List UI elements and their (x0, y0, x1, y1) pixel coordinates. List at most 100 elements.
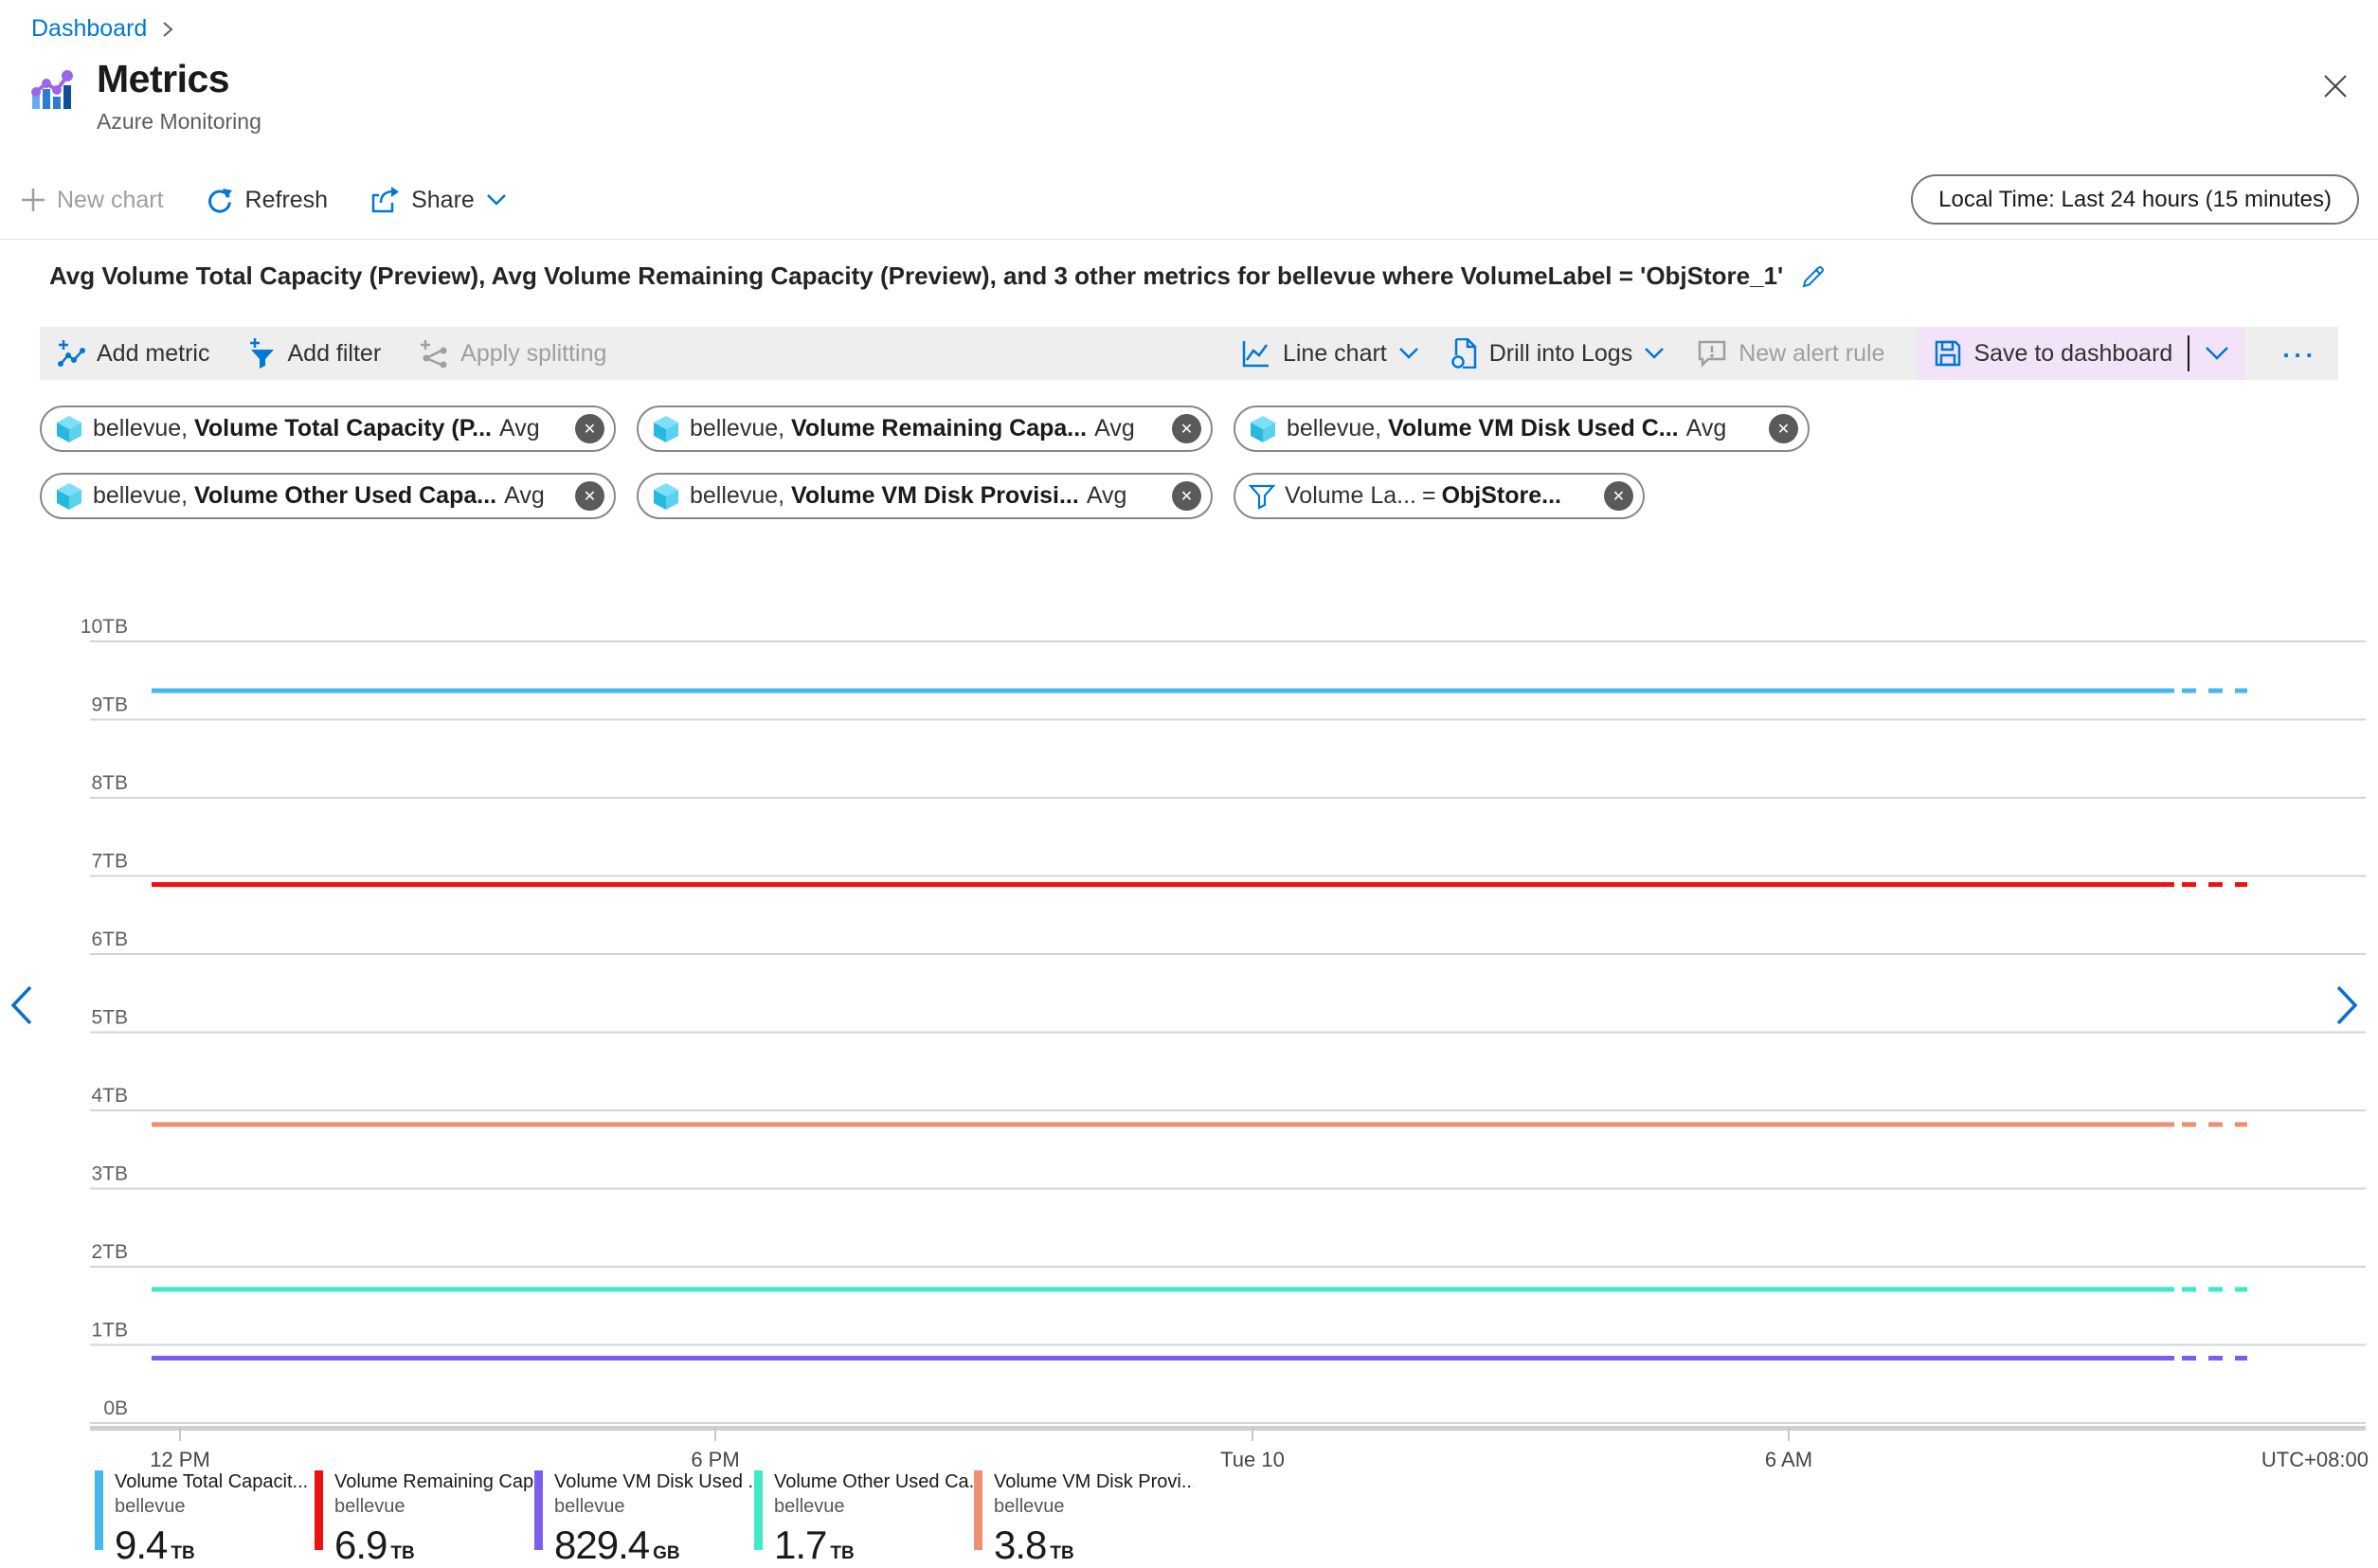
line-chart-button[interactable]: Line chart (1241, 339, 1419, 368)
legend-item[interactable]: Volume Other Used Ca... bellevue 1.7 TB (754, 1470, 974, 1568)
remove-metric-button[interactable]: ✕ (1769, 414, 1798, 443)
refresh-button[interactable]: Refresh (206, 186, 328, 214)
x-axis-label: 12 PM (150, 1448, 210, 1471)
legend-color-bar (974, 1470, 982, 1550)
share-button[interactable]: Share (369, 186, 507, 214)
legend-resource-name: bellevue (334, 1496, 405, 1517)
y-axis-label: 6TB (91, 928, 128, 950)
y-axis-label: 4TB (91, 1085, 128, 1107)
x-axis-line (90, 1426, 2366, 1431)
y-axis-label: 3TB (91, 1163, 128, 1185)
legend-item[interactable]: Volume Remaining Cap... bellevue 6.9 TB (315, 1470, 534, 1568)
legend-metric-name: Volume VM Disk Used ... (554, 1471, 754, 1492)
legend-unit: TB (830, 1543, 855, 1563)
cube-icon (654, 415, 678, 442)
y-axis-label: 0B (103, 1397, 128, 1419)
command-bar: New chart Refresh Share (21, 175, 507, 225)
breadcrumb-link-dashboard[interactable]: Dashboard (31, 15, 147, 43)
header-divider (0, 239, 2378, 240)
new-alert-rule-icon (1698, 340, 1726, 368)
apply-splitting-icon (421, 340, 447, 368)
chart-prev-button[interactable] (6, 983, 38, 1027)
legend-value: 3.8 (994, 1523, 1047, 1567)
close-icon (2324, 75, 2347, 98)
chart-legend: Volume Total Capacit... bellevue 9.4 TB V… (95, 1470, 1194, 1568)
funnel-icon (1249, 484, 1275, 510)
remove-filter-button[interactable]: ✕ (1604, 481, 1633, 511)
filter-pill[interactable]: Volume La... = ObjStore... ✕ (1234, 473, 1645, 519)
metrics-toolbar: Add metric Add filter Apply splitting Li… (40, 327, 2338, 380)
new-chart-button[interactable]: New chart (21, 187, 164, 214)
legend-metric-name: Volume VM Disk Provi... (994, 1471, 1194, 1492)
cube-icon (57, 415, 81, 442)
metrics-line-chart[interactable]: 0B 1TB 2TB 3TB 4TB 5TB 6TB 7TB 8TB 9TB 10TB 12 PM 6 … (0, 597, 2378, 1483)
legend-color-bar (534, 1470, 543, 1550)
breadcrumb: Dashboard (31, 15, 175, 43)
metric-pill[interactable]: bellevue, Volume VM Disk Used C... Avg ✕ (1234, 406, 1810, 452)
legend-item[interactable]: Volume VM Disk Provi... bellevue 3.8 TB (974, 1470, 1194, 1568)
save-icon (1936, 340, 1961, 367)
legend-resource-name: bellevue (115, 1496, 186, 1517)
legend-metric-name: Volume Total Capacit... (115, 1471, 309, 1492)
chart-next-button[interactable] (2331, 983, 2363, 1027)
metric-pill[interactable]: bellevue, Volume Other Used Capa... Avg ✕ (40, 473, 616, 519)
plus-icon (22, 189, 45, 211)
metric-pill[interactable]: bellevue, Volume VM Disk Provisi... Avg ✕ (637, 473, 1213, 519)
edit-pencil-icon (1802, 265, 1825, 287)
legend-resource-name: bellevue (774, 1496, 845, 1517)
legend-unit: TB (1050, 1543, 1074, 1563)
save-to-dashboard-menu-button[interactable] (2205, 345, 2229, 362)
share-icon (371, 187, 400, 213)
remove-metric-button[interactable]: ✕ (1172, 481, 1201, 511)
timezone-label: UTC+08:00 (2261, 1448, 2369, 1471)
save-to-dashboard-button[interactable]: Save to dashboard (1934, 339, 2172, 368)
cube-icon (1251, 415, 1275, 442)
legend-color-bar (754, 1470, 763, 1550)
remove-metric-button[interactable]: ✕ (575, 414, 604, 443)
add-metric-button[interactable]: Add metric (57, 339, 209, 368)
edit-chart-title-button[interactable] (1800, 263, 1827, 290)
apply-splitting-button[interactable]: Apply splitting (419, 339, 606, 368)
line-chart-icon (1242, 341, 1269, 368)
legend-resource-name: bellevue (554, 1496, 625, 1517)
remove-metric-button[interactable]: ✕ (1172, 414, 1201, 443)
chevron-down-icon (1398, 348, 1418, 359)
refresh-icon (207, 189, 232, 213)
time-range-button[interactable]: Local Time: Last 24 hours (15 minutes) (1911, 174, 2359, 225)
legend-value: 9.4 (115, 1523, 168, 1567)
metric-pill[interactable]: bellevue, Volume Total Capacity (P... Avg… (40, 406, 616, 452)
add-metric-icon (58, 340, 85, 367)
add-filter-button[interactable]: Add filter (247, 338, 381, 369)
legend-unit: TB (390, 1543, 415, 1563)
drill-into-logs-icon (1451, 338, 1476, 369)
x-axis-label: 6 AM (1765, 1448, 1812, 1471)
legend-value: 1.7 (774, 1523, 827, 1567)
pill-area: bellevue, Volume Total Capacity (P... Avg… (40, 406, 1810, 519)
legend-unit: TB (171, 1543, 195, 1563)
metric-pill[interactable]: bellevue, Volume Remaining Capa... Avg ✕ (637, 406, 1213, 452)
legend-color-bar (315, 1470, 323, 1550)
page-title: Metrics (97, 57, 230, 100)
new-alert-rule-button[interactable]: New alert rule (1697, 339, 1884, 368)
x-axis-label: 6 PM (691, 1448, 739, 1471)
legend-item[interactable]: Volume VM Disk Used ... bellevue 829.4 GB (534, 1470, 754, 1568)
remove-metric-button[interactable]: ✕ (575, 481, 604, 511)
y-axis-label: 5TB (91, 1007, 128, 1029)
chevron-right-icon (2336, 985, 2358, 1025)
x-axis-label: Tue 10 (1220, 1448, 1285, 1471)
cube-icon (57, 482, 81, 510)
legend-unit: GB (653, 1543, 680, 1563)
more-commands-button[interactable]: ... (2277, 334, 2338, 373)
y-axis-label: 7TB (91, 851, 128, 873)
drill-into-logs-button[interactable]: Drill into Logs (1451, 338, 1665, 369)
legend-item[interactable]: Volume Total Capacit... bellevue 9.4 TB (95, 1470, 315, 1568)
legend-resource-name: bellevue (994, 1496, 1065, 1517)
y-axis-label: 8TB (91, 772, 128, 794)
breadcrumb-chevron-icon (160, 18, 175, 41)
chevron-down-icon (1645, 348, 1665, 359)
chevron-left-icon (10, 985, 32, 1025)
add-filter-icon (250, 338, 275, 369)
close-button[interactable] (2321, 72, 2350, 100)
metrics-logo-icon (27, 66, 74, 114)
save-split-separator (2188, 335, 2190, 371)
